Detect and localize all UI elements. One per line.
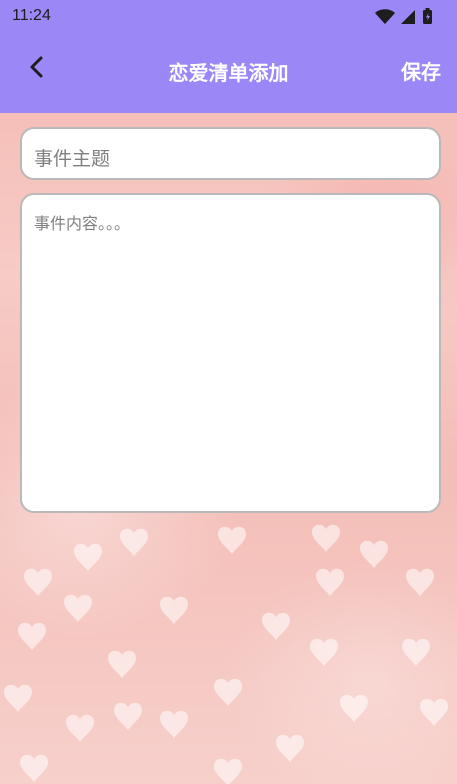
status-bar: 11:24 <box>0 0 457 34</box>
status-icons <box>375 8 432 24</box>
battery-icon <box>423 8 432 24</box>
subject-input[interactable]: 事件主题 <box>20 127 441 180</box>
signal-icon <box>401 10 415 24</box>
subject-placeholder: 事件主题 <box>34 148 111 170</box>
status-time: 11:24 <box>12 7 51 24</box>
page-title: 恋爱清单添加 <box>168 61 289 85</box>
save-button[interactable]: 保存 <box>401 56 441 85</box>
content-placeholder: 事件内容。。。 <box>34 214 131 233</box>
app-bar: 恋爱清单添加 保存 <box>0 34 457 113</box>
wifi-icon <box>375 9 395 24</box>
content-textarea[interactable]: 事件内容。。。 <box>20 193 441 513</box>
